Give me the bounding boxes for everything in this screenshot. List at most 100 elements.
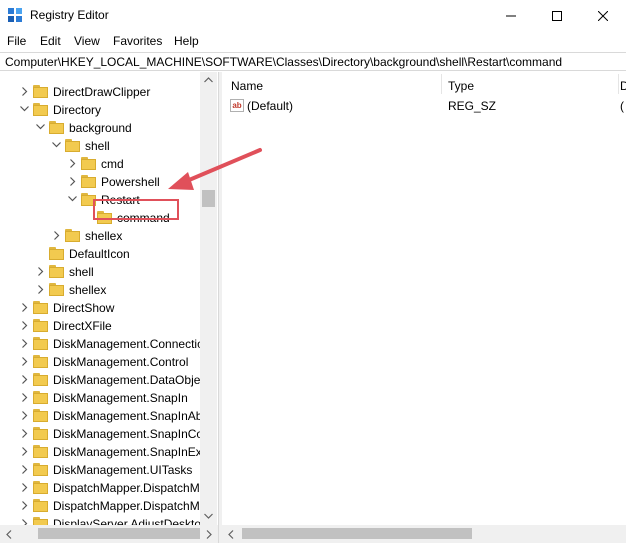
chevron-right-icon[interactable] [18,317,32,335]
chevron-right-icon[interactable] [34,263,48,281]
tree-item-label: DirectDrawClipper [53,85,151,99]
tree-item[interactable]: DiskManagement.UITasks [0,461,200,479]
tree-item-label: Directory [53,103,102,117]
chevron-right-icon[interactable] [18,497,32,515]
tree-item[interactable]: Powershell [0,173,200,191]
menu-help[interactable]: Help [174,34,199,48]
tree-item[interactable]: shellex [0,227,200,245]
chevron-right-icon[interactable] [18,299,32,317]
list-item[interactable]: ab (Default) REG_SZ ( [222,97,626,115]
folder-icon [81,157,96,170]
tree-item[interactable]: Directory [0,101,200,119]
tree-item[interactable]: DirectXFile [0,317,200,335]
scroll-left-icon[interactable] [6,530,12,539]
folder-icon [33,499,48,512]
tree-scroll-thumb[interactable] [202,190,215,207]
chevron-right-icon[interactable] [18,389,32,407]
values-list[interactable]: Name Type D ab (Default) REG_SZ ( [222,72,626,525]
tree-item-label: shellex [69,283,107,297]
chevron-down-icon[interactable] [66,191,80,209]
chevron-right-icon[interactable] [18,371,32,389]
tree-item[interactable]: DisplayServer.AdjustDesktop [0,515,208,525]
tree-item[interactable]: DiskManagement.SnapInCo [0,425,204,443]
tree-item-label: DiskManagement.SnapInExt [53,445,206,459]
tree-item[interactable]: DispatchMapper.DispatchM [0,497,200,515]
chevron-down-icon[interactable] [50,137,64,155]
chevron-right-icon[interactable] [34,281,48,299]
chevron-right-icon[interactable] [18,353,32,371]
close-icon [598,10,608,21]
tree-item[interactable]: DiskManagement.Control [0,353,200,371]
tree-item[interactable]: DiskManagement.Connectio [0,335,204,353]
tree-item[interactable]: DefaultIcon [0,245,200,263]
folder-icon [49,121,64,134]
folder-icon [33,103,48,116]
chevron-right-icon[interactable] [50,227,64,245]
tree-item[interactable]: background [0,119,200,137]
tree-item-label: Powershell [101,175,160,189]
folder-icon [33,517,48,525]
tree-item[interactable]: DiskManagement.SnapInAb [0,407,203,425]
folder-icon [65,139,80,152]
tree-item-label: DiskManagement.SnapInCo [53,427,204,441]
folder-icon [33,301,48,314]
scroll-right-icon[interactable] [206,530,212,539]
column-header-data[interactable]: D [619,72,626,96]
folder-icon [33,319,48,332]
tree-hscroll-thumb[interactable] [38,528,200,539]
folder-icon [33,85,48,98]
tree-item[interactable]: DiskManagement.SnapInExt [0,443,205,461]
close-button[interactable] [580,0,626,31]
folder-icon [33,409,48,422]
tree-item[interactable]: DiskManagement.SnapIn [0,389,200,407]
list-hscroll-thumb[interactable] [242,528,472,539]
menu-favorites[interactable]: Favorites [113,34,162,48]
chevron-right-icon[interactable] [18,479,32,497]
menu-view[interactable]: View [74,34,100,48]
chevron-right-icon[interactable] [18,515,32,525]
minimize-button[interactable] [488,0,534,31]
tree-item-label: DispatchMapper.DispatchM [53,499,200,513]
chevron-right-icon[interactable] [66,173,80,191]
column-header-name[interactable]: Name [222,72,442,96]
chevron-down-icon[interactable] [18,101,32,119]
tree-item[interactable]: shell [0,137,200,155]
string-value-icon: ab [230,99,244,112]
chevron-right-icon[interactable] [18,335,32,353]
address-bar[interactable]: Computer\HKEY_LOCAL_MACHINE\SOFTWARE\Cla… [0,52,626,71]
chevron-right-icon[interactable] [18,83,32,101]
folder-icon [33,481,48,494]
tree-vertical-scrollbar[interactable] [200,72,217,525]
chevron-right-icon[interactable] [18,461,32,479]
chevron-right-icon[interactable] [18,425,32,443]
scroll-left-icon[interactable] [228,530,234,539]
tree-item-label: background [69,121,132,135]
menu-file[interactable]: File [7,34,26,48]
scroll-up-icon[interactable] [204,77,213,83]
list-horizontal-scrollbar[interactable] [222,525,626,543]
tree-item[interactable]: DirectShow [0,299,200,317]
tree-item[interactable]: shell [0,263,200,281]
tree-item[interactable]: DispatchMapper.DispatchM [0,479,200,497]
key-tree[interactable]: DirectDrawClipper Directory background shel… [0,72,218,525]
chevron-down-icon[interactable] [34,119,48,137]
tree-item-label: DiskManagement.SnapInAb [53,409,203,423]
column-data-label: D [620,79,626,93]
chevron-right-icon[interactable] [66,155,80,173]
maximize-button[interactable] [534,0,580,31]
address-path: Computer\HKEY_LOCAL_MACHINE\SOFTWARE\Cla… [5,55,563,69]
tree-item[interactable]: shellex [0,281,200,299]
tree-item[interactable]: DiskManagement.DataObje [0,371,200,389]
column-header-type[interactable]: Type [442,72,618,96]
tree-item-label: DispatchMapper.DispatchM [53,481,200,495]
tree-item[interactable]: DirectDrawClipper [0,83,200,101]
value-type: REG_SZ [448,99,497,113]
tree-item[interactable]: cmd [0,155,200,173]
scroll-down-icon[interactable] [204,513,213,519]
chevron-right-icon[interactable] [18,443,32,461]
chevron-right-icon[interactable] [18,407,32,425]
tree-horizontal-scrollbar[interactable] [0,525,218,543]
menu-edit[interactable]: Edit [40,34,61,48]
column-name-label: Name [231,79,264,93]
folder-icon [49,283,64,296]
